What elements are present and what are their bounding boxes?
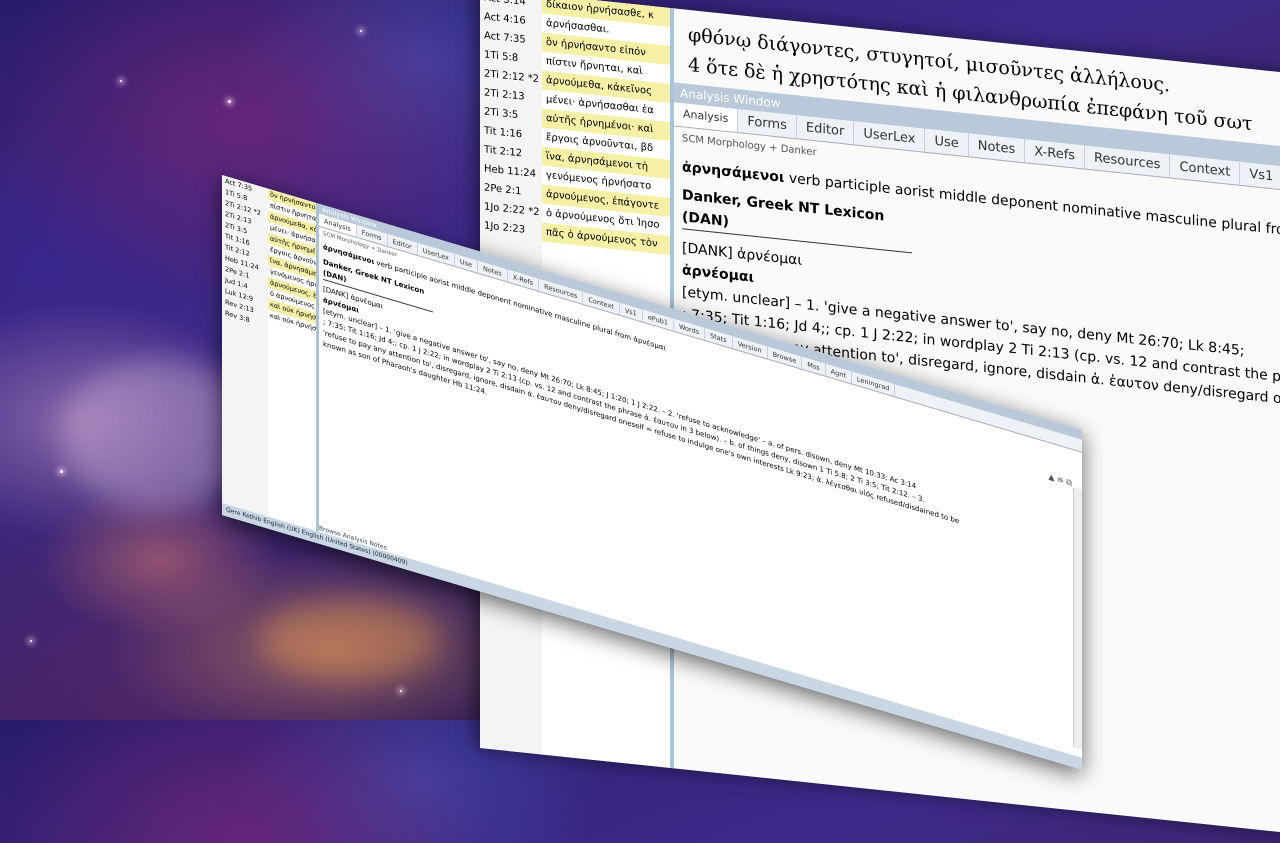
star [400, 690, 402, 692]
star [30, 640, 32, 642]
vertical-scrollbar[interactable] [1073, 487, 1082, 750]
star [60, 470, 63, 473]
verse-reference-list[interactable]: Act 7:35 1Ti 5:8 2Ti 2:12 *2 2Ti 2:13 2Ti 3:… [222, 175, 269, 529]
star [120, 80, 122, 82]
star [228, 100, 231, 103]
entry-headword: ἀρνησάμενοι [682, 159, 785, 186]
nebula-cloud [260, 600, 440, 680]
greek-text-list[interactable]: ὃν ἠρνήσαντο εἰπόνπίστιν ἤρνηται, καὶἀρν… [268, 188, 319, 544]
star [360, 30, 362, 32]
tab-vs1[interactable]: Vs1 [1240, 161, 1280, 190]
tab-use[interactable]: Use [925, 128, 969, 157]
